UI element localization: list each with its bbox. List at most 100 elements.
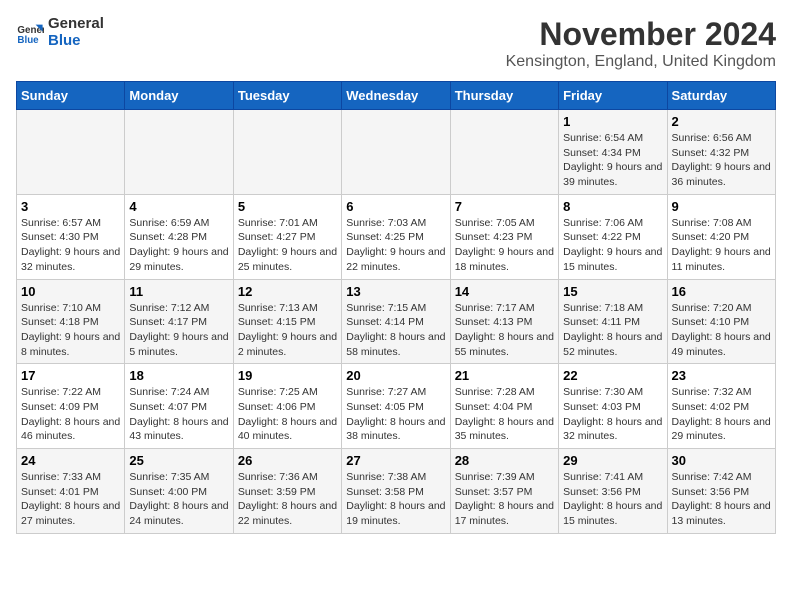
- calendar-cell: 10Sunrise: 7:10 AMSunset: 4:18 PMDayligh…: [17, 279, 125, 364]
- day-info: Sunrise: 7:22 AMSunset: 4:09 PMDaylight:…: [21, 385, 120, 444]
- day-info: Sunrise: 7:15 AMSunset: 4:14 PMDaylight:…: [346, 301, 445, 360]
- day-number: 12: [238, 284, 337, 299]
- svg-text:Blue: Blue: [17, 34, 39, 45]
- calendar-cell: 22 Sunrise: 7:30 AMSunset: 4:03 PMDayligh…: [559, 364, 667, 449]
- calendar-cell: 6Sunrise: 7:03 AMSunset: 4:25 PMDaylight…: [342, 194, 450, 279]
- day-number: 27: [346, 453, 445, 468]
- logo-icon: General Blue: [16, 19, 44, 47]
- calendar-table: SundayMondayTuesdayWednesdayThursdayFrid…: [16, 81, 776, 534]
- day-number: 29: [563, 453, 662, 468]
- calendar-cell: 15 Sunrise: 7:18 AMSunset: 4:11 PMDayligh…: [559, 279, 667, 364]
- day-info: Sunrise: 7:18 AMSunset: 4:11 PMDaylight:…: [563, 301, 662, 360]
- calendar-cell: 12 Sunrise: 7:13 AMSunset: 4:15 PMDayligh…: [233, 279, 341, 364]
- day-info: Sunrise: 7:33 AMSunset: 4:01 PMDaylight:…: [21, 470, 120, 529]
- day-number: 23: [672, 368, 771, 383]
- day-info: Sunrise: 7:01 AMSunset: 4:27 PMDaylight:…: [238, 216, 337, 275]
- calendar-cell: 26 Sunrise: 7:36 AMSunset: 3:59 PMDayligh…: [233, 449, 341, 534]
- calendar-cell: 21 Sunrise: 7:28 AMSunset: 4:04 PMDayligh…: [450, 364, 558, 449]
- header-cell-saturday: Saturday: [667, 82, 775, 110]
- day-number: 28: [455, 453, 554, 468]
- day-info: Sunrise: 7:12 AMSunset: 4:17 PMDaylight:…: [129, 301, 228, 360]
- calendar-cell: 24 Sunrise: 7:33 AMSunset: 4:01 PMDayligh…: [17, 449, 125, 534]
- day-info: Sunrise: 7:38 AMSunset: 3:58 PMDaylight:…: [346, 470, 445, 529]
- calendar-header-row: SundayMondayTuesdayWednesdayThursdayFrid…: [17, 82, 776, 110]
- header-cell-sunday: Sunday: [17, 82, 125, 110]
- logo-blue: Blue: [48, 33, 104, 50]
- day-number: 24: [21, 453, 120, 468]
- day-number: 20: [346, 368, 445, 383]
- day-number: 5: [238, 199, 337, 214]
- calendar-cell: 14 Sunrise: 7:17 AMSunset: 4:13 PMDayligh…: [450, 279, 558, 364]
- day-info: Sunrise: 7:28 AMSunset: 4:04 PMDaylight:…: [455, 385, 554, 444]
- day-number: 15: [563, 284, 662, 299]
- calendar-cell: 7 Sunrise: 7:05 AMSunset: 4:23 PMDaylight…: [450, 194, 558, 279]
- day-info: Sunrise: 7:17 AMSunset: 4:13 PMDaylight:…: [455, 301, 554, 360]
- header-cell-monday: Monday: [125, 82, 233, 110]
- day-info: Sunrise: 7:20 AMSunset: 4:10 PMDaylight:…: [672, 301, 771, 360]
- calendar-cell: [342, 110, 450, 195]
- calendar-cell: 27 Sunrise: 7:38 AMSunset: 3:58 PMDayligh…: [342, 449, 450, 534]
- calendar-cell: 20 Sunrise: 7:27 AMSunset: 4:05 PMDayligh…: [342, 364, 450, 449]
- header-cell-thursday: Thursday: [450, 82, 558, 110]
- day-info: Sunrise: 7:32 AMSunset: 4:02 PMDaylight:…: [672, 385, 771, 444]
- calendar-cell: 5 Sunrise: 7:01 AMSunset: 4:27 PMDaylight…: [233, 194, 341, 279]
- day-info: Sunrise: 6:54 AMSunset: 4:34 PMDaylight:…: [563, 131, 662, 190]
- calendar-week-5: 24 Sunrise: 7:33 AMSunset: 4:01 PMDayligh…: [17, 449, 776, 534]
- day-number: 13: [346, 284, 445, 299]
- day-number: 1: [563, 114, 662, 129]
- day-number: 8: [563, 199, 662, 214]
- location-title: Kensington, England, United Kingdom: [506, 53, 776, 71]
- calendar-cell: 19Sunrise: 7:25 AMSunset: 4:06 PMDayligh…: [233, 364, 341, 449]
- calendar-cell: [125, 110, 233, 195]
- calendar-week-2: 3Sunrise: 6:57 AMSunset: 4:30 PMDaylight…: [17, 194, 776, 279]
- header-cell-friday: Friday: [559, 82, 667, 110]
- calendar-cell: 4 Sunrise: 6:59 AMSunset: 4:28 PMDaylight…: [125, 194, 233, 279]
- calendar-cell: [450, 110, 558, 195]
- day-info: Sunrise: 7:27 AMSunset: 4:05 PMDaylight:…: [346, 385, 445, 444]
- day-info: Sunrise: 7:35 AMSunset: 4:00 PMDaylight:…: [129, 470, 228, 529]
- day-number: 9: [672, 199, 771, 214]
- day-info: Sunrise: 7:36 AMSunset: 3:59 PMDaylight:…: [238, 470, 337, 529]
- day-number: 16: [672, 284, 771, 299]
- calendar-cell: [233, 110, 341, 195]
- calendar-cell: 29 Sunrise: 7:41 AMSunset: 3:56 PMDayligh…: [559, 449, 667, 534]
- header-cell-tuesday: Tuesday: [233, 82, 341, 110]
- calendar-week-4: 17 Sunrise: 7:22 AMSunset: 4:09 PMDayligh…: [17, 364, 776, 449]
- month-title: November 2024: [506, 16, 776, 53]
- day-number: 7: [455, 199, 554, 214]
- day-number: 18: [129, 368, 228, 383]
- day-info: Sunrise: 7:03 AMSunset: 4:25 PMDaylight:…: [346, 216, 445, 275]
- day-info: Sunrise: 7:30 AMSunset: 4:03 PMDaylight:…: [563, 385, 662, 444]
- day-info: Sunrise: 6:59 AMSunset: 4:28 PMDaylight:…: [129, 216, 228, 275]
- day-info: Sunrise: 7:39 AMSunset: 3:57 PMDaylight:…: [455, 470, 554, 529]
- day-number: 26: [238, 453, 337, 468]
- header: General Blue General Blue November 2024 …: [16, 16, 776, 71]
- day-number: 25: [129, 453, 228, 468]
- day-info: Sunrise: 7:41 AMSunset: 3:56 PMDaylight:…: [563, 470, 662, 529]
- calendar-cell: 13 Sunrise: 7:15 AMSunset: 4:14 PMDayligh…: [342, 279, 450, 364]
- header-cell-wednesday: Wednesday: [342, 82, 450, 110]
- calendar-cell: 9Sunrise: 7:08 AMSunset: 4:20 PMDaylight…: [667, 194, 775, 279]
- day-number: 4: [129, 199, 228, 214]
- title-area: November 2024 Kensington, England, Unite…: [506, 16, 776, 71]
- day-info: Sunrise: 7:13 AMSunset: 4:15 PMDaylight:…: [238, 301, 337, 360]
- day-info: Sunrise: 6:57 AMSunset: 4:30 PMDaylight:…: [21, 216, 120, 275]
- day-number: 11: [129, 284, 228, 299]
- calendar-cell: 23 Sunrise: 7:32 AMSunset: 4:02 PMDayligh…: [667, 364, 775, 449]
- day-info: Sunrise: 7:06 AMSunset: 4:22 PMDaylight:…: [563, 216, 662, 275]
- logo-general: General: [48, 16, 104, 33]
- day-info: Sunrise: 7:05 AMSunset: 4:23 PMDaylight:…: [455, 216, 554, 275]
- calendar-cell: 16 Sunrise: 7:20 AMSunset: 4:10 PMDayligh…: [667, 279, 775, 364]
- calendar-cell: 2Sunrise: 6:56 AMSunset: 4:32 PMDaylight…: [667, 110, 775, 195]
- day-info: Sunrise: 7:24 AMSunset: 4:07 PMDaylight:…: [129, 385, 228, 444]
- day-number: 22: [563, 368, 662, 383]
- day-number: 19: [238, 368, 337, 383]
- day-number: 14: [455, 284, 554, 299]
- calendar-cell: 28 Sunrise: 7:39 AMSunset: 3:57 PMDayligh…: [450, 449, 558, 534]
- calendar-cell: 1 Sunrise: 6:54 AMSunset: 4:34 PMDaylight…: [559, 110, 667, 195]
- day-number: 21: [455, 368, 554, 383]
- calendar-body: 1 Sunrise: 6:54 AMSunset: 4:34 PMDaylight…: [17, 110, 776, 534]
- calendar-cell: 17 Sunrise: 7:22 AMSunset: 4:09 PMDayligh…: [17, 364, 125, 449]
- calendar-cell: 18 Sunrise: 7:24 AMSunset: 4:07 PMDayligh…: [125, 364, 233, 449]
- day-number: 17: [21, 368, 120, 383]
